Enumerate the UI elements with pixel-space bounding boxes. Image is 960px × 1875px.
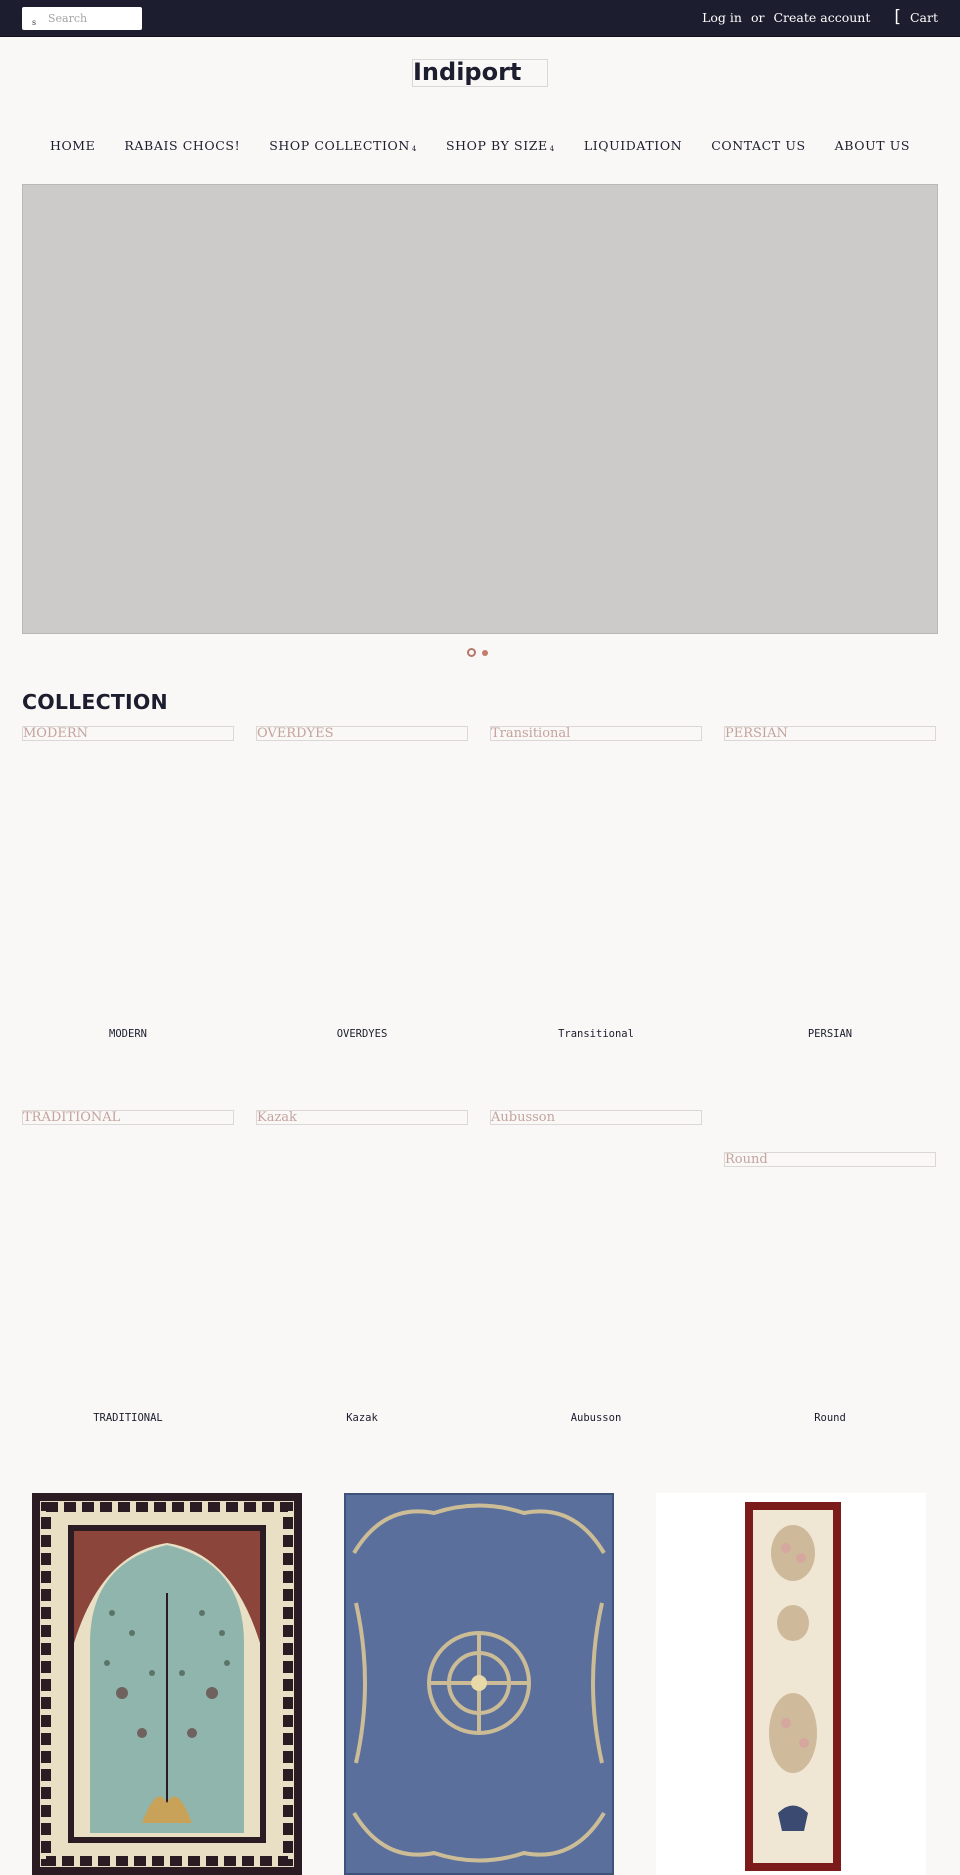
- nav-item-label: RABAIS CHOCS!: [124, 138, 241, 153]
- collection-caption[interactable]: Transitional: [490, 1028, 702, 1040]
- nav-item-label: LIQUIDATION: [583, 138, 683, 153]
- nav-item-liquidation[interactable]: LIQUIDATION: [584, 138, 682, 153]
- slide-dot-1[interactable]: [467, 648, 476, 657]
- collection-card-transitional[interactable]: Transitional Transitional: [490, 726, 702, 1040]
- cart-icon[interactable]: [: [894, 8, 901, 25]
- login-link[interactable]: Log in: [702, 10, 742, 25]
- collection-image[interactable]: OVERDYES: [256, 726, 468, 741]
- site-logo[interactable]: Indiport: [412, 59, 548, 87]
- collection-caption[interactable]: Kazak: [256, 1412, 468, 1424]
- collection-card-round[interactable]: Round Round: [724, 1152, 936, 1424]
- collection-caption[interactable]: PERSIAN: [724, 1028, 936, 1040]
- search-input[interactable]: [44, 8, 138, 28]
- nav-item-label: SHOP COLLECTION: [269, 138, 410, 153]
- collection-card-aubusson[interactable]: Aubusson Aubusson: [490, 1110, 702, 1424]
- nav-item-shop-by-size[interactable]: SHOP BY SIZE 4: [446, 138, 555, 153]
- nav-item-home[interactable]: HOME: [50, 138, 95, 153]
- cart-link[interactable]: Cart: [910, 10, 938, 25]
- account-links: Log in or Create account [ Cart: [702, 8, 938, 25]
- rug-illustration: [656, 1493, 926, 1875]
- rug-illustration: [344, 1493, 614, 1875]
- collection-image[interactable]: Transitional: [490, 726, 702, 741]
- search-icon: s: [32, 18, 37, 27]
- collection-caption[interactable]: MODERN: [22, 1028, 234, 1040]
- collection-caption[interactable]: Aubusson: [490, 1412, 702, 1424]
- collection-card-traditional[interactable]: TRADITIONAL TRADITIONAL: [22, 1110, 234, 1424]
- rug-illustration: [32, 1493, 302, 1875]
- collection-card-kazak[interactable]: Kazak Kazak: [256, 1110, 468, 1424]
- product-image-teal-rug[interactable]: [32, 1493, 302, 1875]
- collection-image[interactable]: Round: [724, 1152, 936, 1167]
- nav-item-rabais-chocs[interactable]: RABAIS CHOCS!: [124, 138, 240, 153]
- chevron-down-icon: 4: [411, 145, 417, 153]
- top-bar: s Log in or Create account [ Cart: [0, 0, 960, 37]
- collection-card-modern[interactable]: MODERN MODERN: [22, 726, 234, 1040]
- search-box[interactable]: s: [22, 7, 142, 30]
- collection-image[interactable]: MODERN: [22, 726, 234, 741]
- collection-card-overdyes[interactable]: OVERDYES OVERDYES: [256, 726, 468, 1040]
- nav-item-shop-collection[interactable]: SHOP COLLECTION 4: [269, 138, 417, 153]
- collection-image[interactable]: PERSIAN: [724, 726, 936, 741]
- or-separator: or: [750, 10, 765, 25]
- collection-title: COLLECTION: [22, 690, 168, 714]
- chevron-down-icon: 4: [549, 145, 555, 153]
- collection-card-persian[interactable]: PERSIAN PERSIAN: [724, 726, 936, 1040]
- hero-slideshow[interactable]: [22, 184, 938, 634]
- nav-item-label: ABOUT US: [834, 138, 911, 153]
- create-account-link[interactable]: Create account: [773, 10, 870, 25]
- nav-item-label: CONTACT US: [711, 138, 806, 153]
- nav-item-label: HOME: [49, 138, 96, 153]
- slide-dot-2[interactable]: [482, 649, 488, 656]
- slideshow-pagination: [467, 648, 488, 657]
- collection-caption[interactable]: TRADITIONAL: [22, 1412, 234, 1424]
- collection-image[interactable]: Aubusson: [490, 1110, 702, 1125]
- product-image-blue-rug[interactable]: [344, 1493, 614, 1875]
- collection-caption[interactable]: Round: [724, 1412, 936, 1424]
- collection-image[interactable]: TRADITIONAL: [22, 1110, 234, 1125]
- nav-item-label: SHOP BY SIZE: [445, 138, 548, 153]
- collection-image[interactable]: Kazak: [256, 1110, 468, 1125]
- product-image-red-runner[interactable]: [656, 1493, 926, 1875]
- collection-caption[interactable]: OVERDYES: [256, 1028, 468, 1040]
- nav-item-contact-us[interactable]: CONTACT US: [711, 138, 805, 153]
- main-nav: HOME RABAIS CHOCS! SHOP COLLECTION 4 SHOP…: [0, 138, 960, 153]
- nav-item-about-us[interactable]: ABOUT US: [835, 138, 910, 153]
